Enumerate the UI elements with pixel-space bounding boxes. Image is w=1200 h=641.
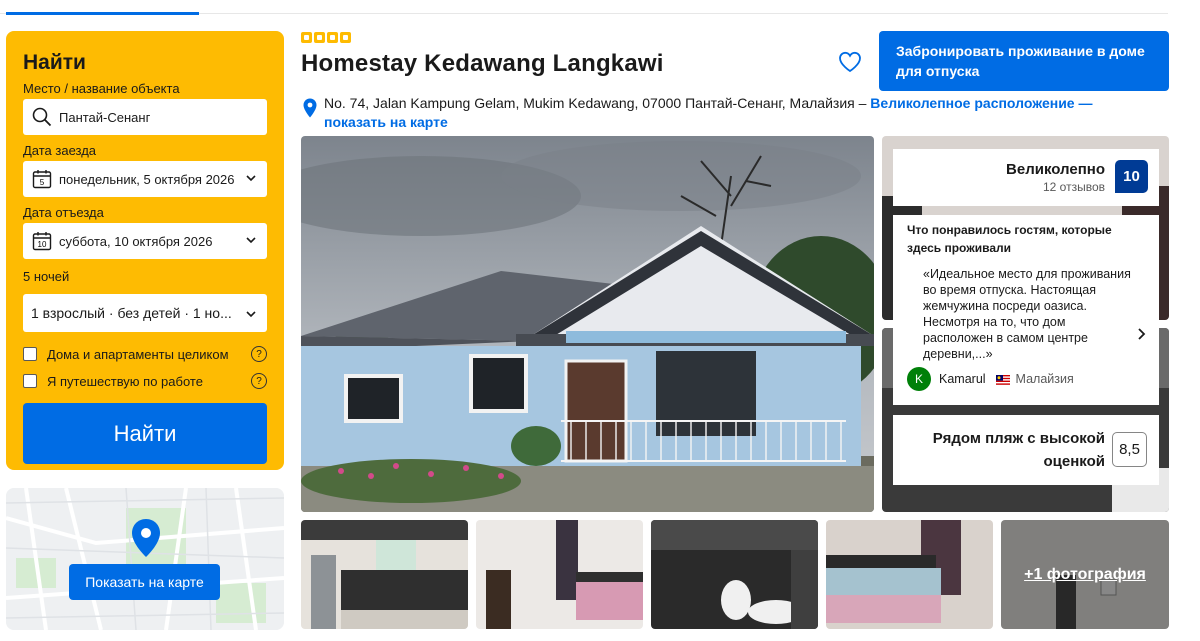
star-icon <box>340 32 351 43</box>
active-tab-indicator <box>6 12 199 15</box>
whole-homes-checkbox[interactable] <box>23 347 37 361</box>
search-icon <box>31 106 53 128</box>
house-photo <box>301 136 874 512</box>
main-photo[interactable] <box>301 136 874 512</box>
checkout-label: Дата отъезда <box>23 205 104 220</box>
checkin-label: Дата заезда <box>23 143 97 158</box>
work-travel-label: Я путешествую по работе <box>47 373 203 389</box>
book-button[interactable]: Забронировать проживание в доме для отпу… <box>879 31 1169 91</box>
review-quote: «Идеальное место для проживания во время… <box>923 267 1131 361</box>
map-pin-icon <box>132 519 160 557</box>
help-icon[interactable]: ? <box>251 373 267 389</box>
more-photos-link[interactable]: +1 фотография <box>1001 520 1169 629</box>
show-on-map-link[interactable]: показать на карте <box>324 114 448 130</box>
score-badge: 10 <box>1115 160 1148 193</box>
whole-homes-option[interactable]: Дома и апартаменты целиком ? <box>23 346 267 362</box>
thumbnail-bathroom[interactable] <box>651 520 818 629</box>
thumbnail-more[interactable]: +1 фотография <box>1001 520 1169 629</box>
star-icon <box>301 32 312 43</box>
guests-value: 1 взрослый · без детей · 1 но... <box>31 305 232 321</box>
nights-count: 5 ночей <box>23 269 70 284</box>
bedroom-photo <box>476 520 643 629</box>
rating-word: Великолепно <box>1006 161 1105 178</box>
property-address: No. 74, Jalan Kampung Gelam, Mukim Kedaw… <box>324 95 867 111</box>
mini-map[interactable]: Показать на карте <box>6 488 284 630</box>
search-button[interactable]: Найти <box>23 403 267 464</box>
liked-title: Что понравилось гостям, которые здесь пр… <box>907 223 1112 255</box>
search-title: Найти <box>23 51 86 74</box>
checkout-field[interactable]: 10 суббота, 10 октября 2026 <box>23 223 267 259</box>
calendar-icon: 10 <box>31 230 53 252</box>
chevron-down-icon <box>245 234 257 249</box>
checkin-value: понедельник, 5 октября 2026 <box>59 171 235 187</box>
location-pin-icon <box>303 98 317 123</box>
whole-homes-label: Дома и апартаменты целиком <box>47 346 229 362</box>
thumbnail-kitchen[interactable] <box>301 520 468 629</box>
reviewer-name: Kamarul <box>939 372 986 386</box>
checkin-field[interactable]: 5 понедельник, 5 октября 2026 <box>23 161 267 197</box>
rating-summary-card[interactable]: Великолепно 12 отзывов 10 <box>893 149 1159 206</box>
review-count: 12 отзывов <box>1042 180 1105 194</box>
property-title: Homestay Kedawang Langkawi <box>301 50 664 77</box>
star-icon <box>327 32 338 43</box>
thumbnail-bedroom-1[interactable] <box>476 520 643 629</box>
guest-review-card: Что понравилось гостям, которые здесь пр… <box>893 215 1159 405</box>
checkin-day: 5 <box>40 178 45 187</box>
destination-input[interactable]: Пантай-Сенанг <box>23 99 267 135</box>
destination-label: Место / название объекта <box>23 81 180 96</box>
thumbnail-bedroom-2[interactable] <box>826 520 993 629</box>
property-address-block: No. 74, Jalan Kampung Gelam, Mukim Kedaw… <box>324 94 1124 132</box>
destination-value: Пантай-Сенанг <box>59 109 151 125</box>
favorite-heart-icon[interactable] <box>838 51 862 78</box>
malaysia-flag-icon <box>995 374 1010 385</box>
map-streets-graphic <box>6 488 284 630</box>
bathroom-photo <box>651 520 818 629</box>
beach-rating-card: Рядом пляж с высокой оценкой 8,5 <box>893 415 1159 485</box>
checkout-day: 10 <box>38 240 47 249</box>
reviewer: K Kamarul Малайзия <box>907 367 1145 391</box>
calendar-icon: 5 <box>31 168 53 190</box>
chevron-right-icon[interactable] <box>1137 327 1147 346</box>
guests-selector[interactable]: 1 взрослый · без детей · 1 но... <box>23 294 267 332</box>
work-travel-option[interactable]: Я путешествую по работе ? <box>23 373 267 389</box>
help-icon[interactable]: ? <box>251 346 267 362</box>
beach-score: 8,5 <box>1112 432 1147 467</box>
chevron-down-icon <box>245 172 257 187</box>
avatar: K <box>907 367 931 391</box>
checkout-value: суббота, 10 октября 2026 <box>59 233 213 249</box>
chevron-down-icon <box>245 307 257 323</box>
reviewer-country: Малайзия <box>1015 372 1074 386</box>
search-panel: Найти Место / название объекта Пантай-Се… <box>6 31 284 470</box>
show-on-map-button[interactable]: Показать на карте <box>69 564 220 600</box>
work-travel-checkbox[interactable] <box>23 374 37 388</box>
kitchen-photo <box>301 520 468 629</box>
location-score-link[interactable]: Великолепное расположение — <box>870 95 1092 111</box>
bedroom-photo <box>826 520 993 629</box>
star-icon <box>314 32 325 43</box>
beach-label: Рядом пляж с высокой оценкой <box>932 430 1105 470</box>
star-rating <box>301 32 351 43</box>
